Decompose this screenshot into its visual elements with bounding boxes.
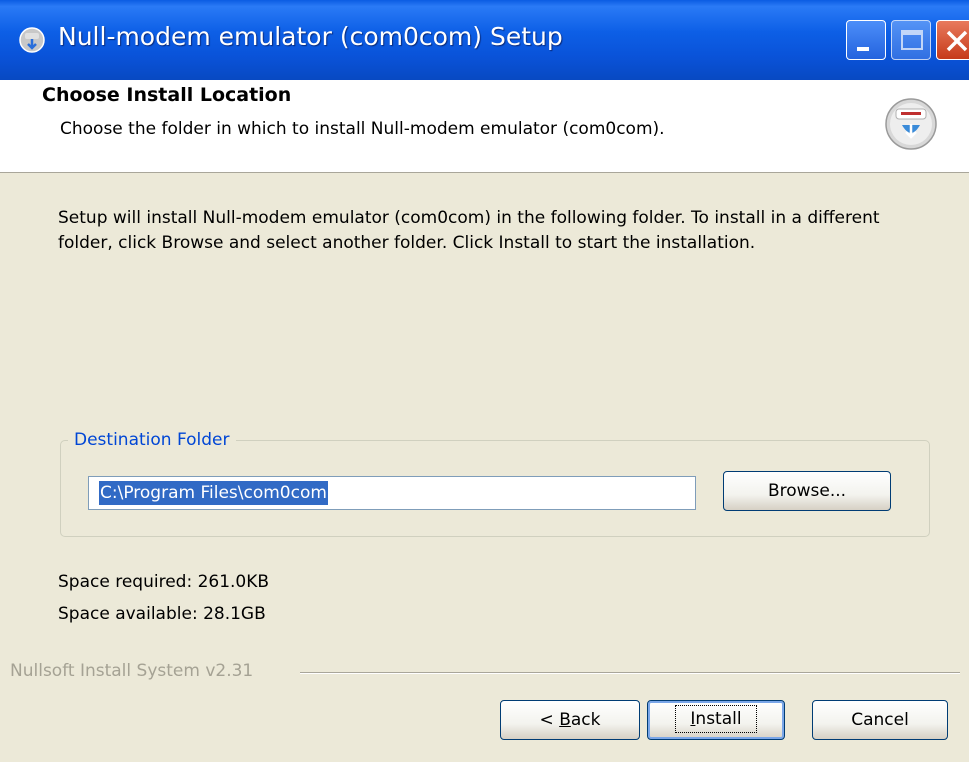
space-required: Space required: 261.0KB (58, 572, 270, 592)
minimize-button[interactable] (846, 20, 886, 60)
install-focus-rect: Install (675, 705, 757, 733)
destination-path-input[interactable]: C:\Program Files\com0com (88, 476, 696, 510)
nsis-logo-icon (885, 98, 937, 150)
back-prefix: < (539, 710, 560, 730)
installer-icon (19, 27, 45, 53)
page-subtitle: Choose the folder in which to install Nu… (60, 119, 665, 139)
setup-window: Null-modem emulator (com0com) Setup Choo… (0, 0, 969, 762)
install-button[interactable]: Install (647, 700, 785, 740)
close-button[interactable] (936, 20, 969, 60)
browse-button[interactable]: Browse... (723, 471, 891, 511)
nsis-branding: Nullsoft Install System v2.31 (10, 661, 254, 681)
page-title: Choose Install Location (42, 84, 292, 106)
footer-divider (300, 672, 960, 674)
destination-legend: Destination Folder (68, 430, 236, 450)
cancel-button[interactable]: Cancel (812, 700, 948, 740)
close-icon (946, 30, 968, 52)
title-bar[interactable]: Null-modem emulator (com0com) Setup (0, 0, 969, 80)
minimize-icon (857, 47, 869, 51)
back-button[interactable]: < Back (500, 700, 640, 740)
install-label-rest: nstall (695, 709, 742, 729)
back-accelerator: B (559, 710, 571, 730)
install-description: Setup will install Null-modem emulator (… (58, 208, 880, 253)
destination-path-value: C:\Program Files\com0com (99, 481, 328, 505)
maximize-button[interactable] (891, 20, 931, 60)
window-title: Null-modem emulator (com0com) Setup (58, 22, 563, 51)
space-available: Space available: 28.1GB (58, 604, 266, 624)
maximize-icon (901, 30, 923, 50)
back-label-rest: ack (570, 710, 601, 730)
